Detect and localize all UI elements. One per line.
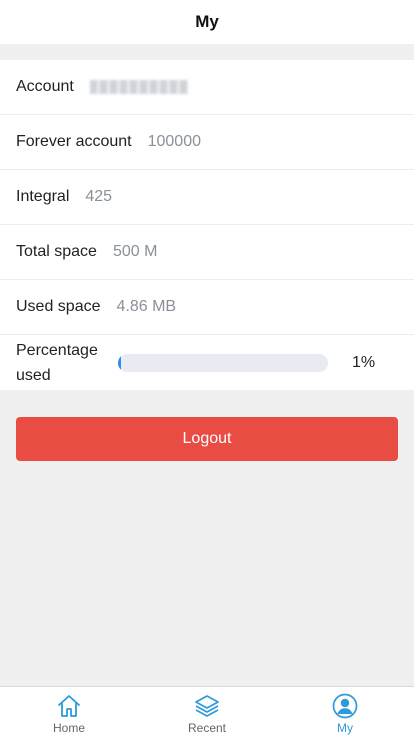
integral-label: Integral	[16, 188, 70, 205]
tab-home[interactable]: Home	[0, 687, 138, 737]
used-space-row: Used space 4.86 MB	[0, 280, 414, 335]
page-title: My	[195, 12, 219, 31]
used-space-value: 4.86 MB	[116, 298, 177, 315]
logout-button[interactable]: Logout	[16, 417, 398, 461]
tab-home-label: Home	[52, 721, 85, 735]
usage-progress-bar	[118, 353, 328, 372]
account-value-masked	[89, 80, 188, 94]
account-info-list: Account Forever account 100000 Integral …	[0, 60, 414, 390]
forever-account-row: Forever account 100000	[0, 115, 414, 170]
total-space-value: 500 M	[112, 243, 158, 260]
tab-recent-label: Recent	[187, 721, 227, 735]
user-icon	[332, 693, 358, 719]
percentage-used-label: Percentage used	[16, 341, 98, 384]
page-header: My	[0, 0, 414, 44]
home-icon	[58, 695, 80, 717]
usage-progress-fill	[118, 353, 122, 372]
layers-icon	[195, 695, 219, 717]
used-space-label: Used space	[16, 298, 101, 315]
percentage-used-row: Percentage used 1%	[0, 335, 414, 390]
tab-my-label: My	[337, 721, 353, 735]
forever-account-label: Forever account	[16, 133, 132, 150]
total-space-row: Total space 500 M	[0, 225, 414, 280]
percentage-used-value: 1%	[352, 353, 376, 371]
account-label: Account	[16, 78, 74, 95]
account-row: Account	[0, 60, 414, 115]
forever-account-value: 100000	[147, 133, 201, 150]
tab-my[interactable]: My	[276, 687, 414, 737]
integral-value: 425	[85, 188, 113, 205]
total-space-label: Total space	[16, 243, 97, 260]
integral-row: Integral 425	[0, 170, 414, 225]
bottom-tab-bar: Home Recent My	[0, 686, 414, 737]
tab-recent[interactable]: Recent	[138, 687, 276, 737]
